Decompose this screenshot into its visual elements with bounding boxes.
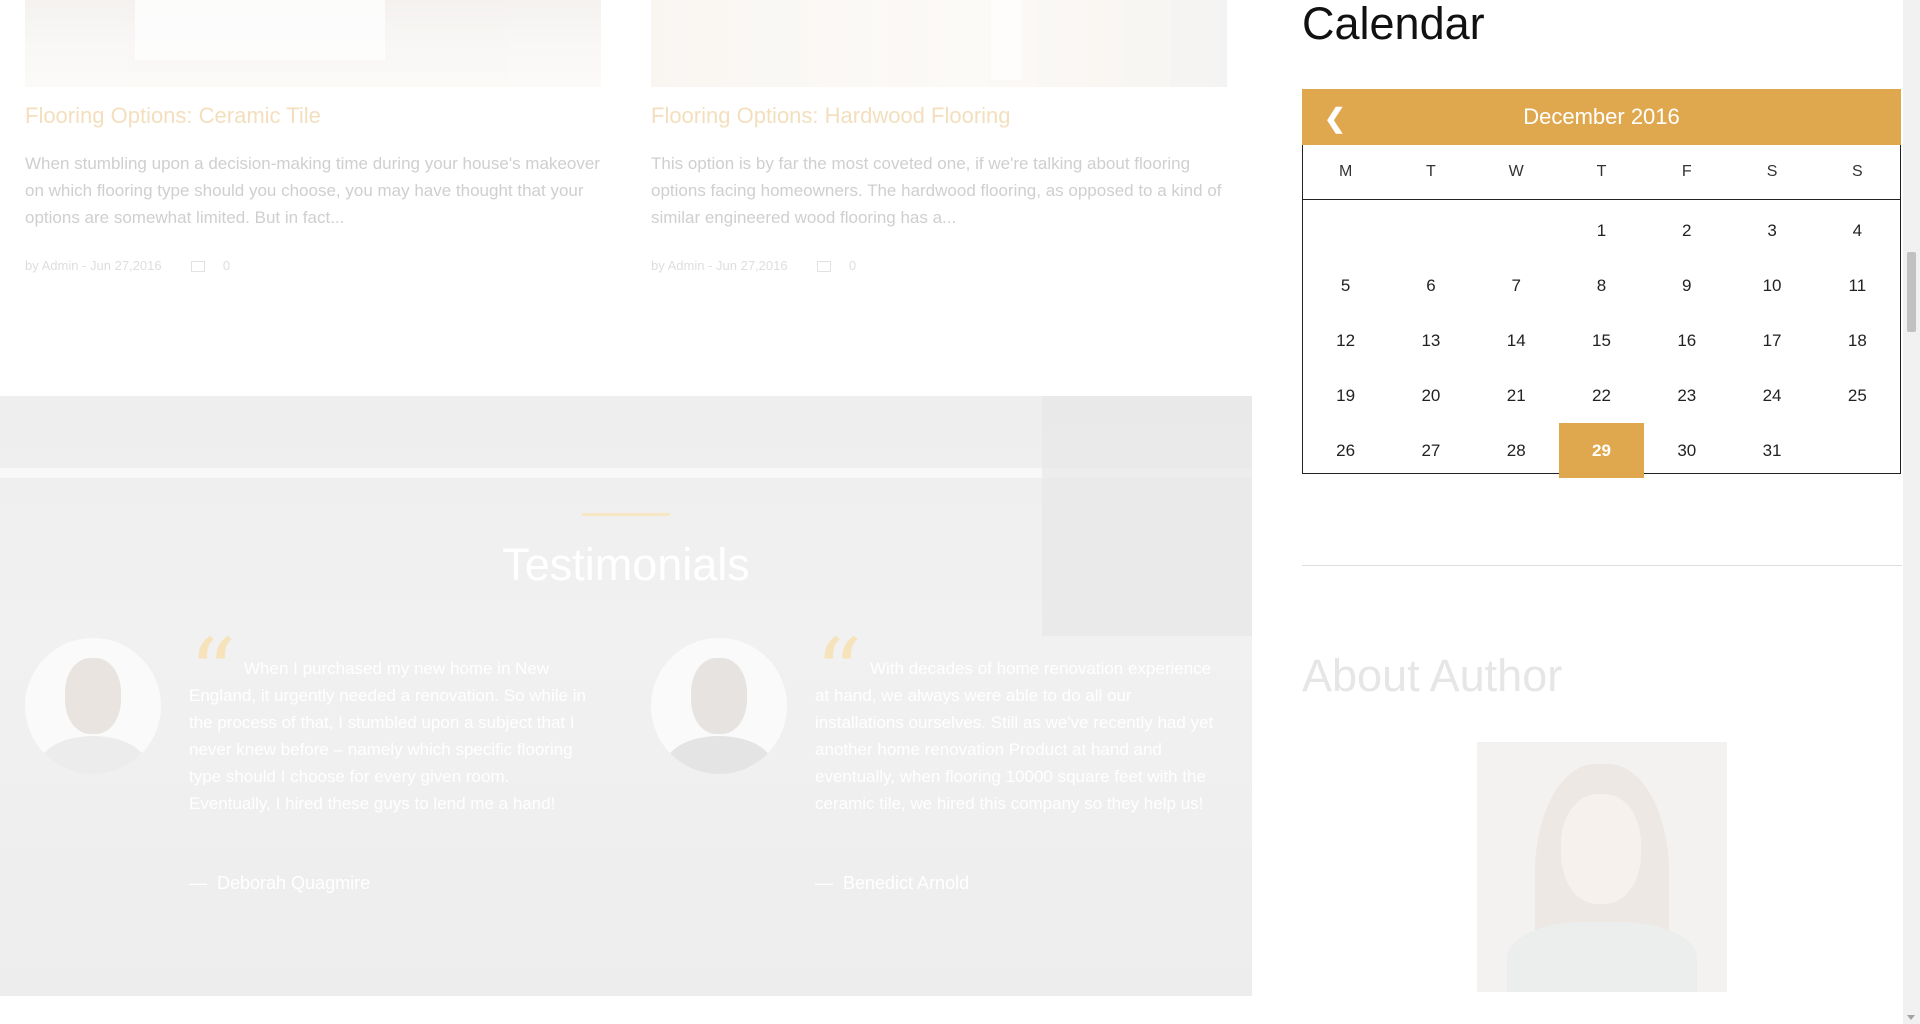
testimonials-section: Testimonials “ When I purchased my new h… <box>0 396 1252 996</box>
calendar-day[interactable]: 11 <box>1815 258 1900 313</box>
scroll-down-arrow-icon[interactable] <box>1907 1015 1915 1020</box>
post-excerpt: When stumbling upon a decision-making ti… <box>25 154 600 227</box>
calendar-day[interactable]: 18 <box>1815 313 1900 368</box>
calendar-day[interactable]: 8 <box>1559 258 1644 313</box>
calendar-day[interactable]: 20 <box>1388 368 1473 423</box>
calendar-day[interactable]: 15 <box>1559 313 1644 368</box>
avatar <box>651 638 787 774</box>
weekday-label: M <box>1338 163 1353 180</box>
testimonial-author: — Benedict Arnold <box>815 873 969 894</box>
calendar-day[interactable]: 28 <box>1474 423 1559 478</box>
divider <box>1302 565 1902 566</box>
calendar-day[interactable]: 10 <box>1729 258 1814 313</box>
calendar-day[interactable]: 12 <box>1303 313 1388 368</box>
dash-icon: — <box>815 873 833 893</box>
scrollbar[interactable] <box>1903 0 1920 1024</box>
calendar-widget: ❮ December 2016 MTWTFSS 1 2 3 4 5 6 7 8 9 10 11 12 1… <box>1302 89 1901 478</box>
calendar-day[interactable]: 3 <box>1729 203 1814 258</box>
calendar-day[interactable]: 21 <box>1474 368 1559 423</box>
comment-icon[interactable] <box>817 261 832 273</box>
testimonial-author: — Deborah Quagmire <box>189 873 370 894</box>
calendar-day[interactable]: 4 <box>1815 203 1900 258</box>
weekday-label: T <box>1426 163 1436 180</box>
calendar-day[interactable]: 16 <box>1644 313 1729 368</box>
calendar-month: December 2016 <box>1523 104 1680 129</box>
post-card: Flooring Options: Ceramic Tile When stum… <box>25 0 601 273</box>
calendar-day[interactable]: 31 <box>1729 423 1814 478</box>
weekday-label: F <box>1681 163 1692 180</box>
weekday-label: S <box>1766 163 1778 180</box>
post-image[interactable] <box>651 0 1227 87</box>
post-card: Flooring Options: Hardwood Flooring This… <box>651 0 1227 273</box>
calendar-day[interactable]: 14 <box>1474 313 1559 368</box>
testimonial-text: With decades of home renovation experien… <box>815 659 1214 813</box>
calendar-day[interactable]: 23 <box>1644 368 1729 423</box>
testimonials-heading: Testimonials <box>502 539 750 590</box>
comments-count[interactable]: 0 <box>849 258 856 273</box>
comment-icon[interactable] <box>191 261 206 273</box>
about-author-heading: About Author <box>1302 650 1563 701</box>
calendar-day[interactable]: 13 <box>1388 313 1473 368</box>
dash-icon: — <box>189 873 207 893</box>
calendar-day[interactable]: 30 <box>1644 423 1729 478</box>
calendar-day[interactable]: 5 <box>1303 258 1388 313</box>
post-meta: by Admin - Jun 27,2016 0 <box>25 258 230 273</box>
calendar-day[interactable]: 26 <box>1303 423 1388 478</box>
calendar-day[interactable]: 9 <box>1644 258 1729 313</box>
post-excerpt: This option is by far the most coveted o… <box>651 154 1222 227</box>
calendar-day[interactable]: 7 <box>1474 258 1559 313</box>
scrollbar-thumb[interactable] <box>1907 252 1916 332</box>
post-meta-text: by Admin - Jun 27,2016 <box>25 258 162 273</box>
comments-count[interactable]: 0 <box>223 258 230 273</box>
post-meta-text: by Admin - Jun 27,2016 <box>651 258 788 273</box>
post-image[interactable] <box>25 0 601 87</box>
author-photo <box>1477 742 1727 992</box>
calendar-day[interactable]: 27 <box>1388 423 1473 478</box>
calendar-days: 1 2 3 4 5 6 7 8 9 10 11 12 13 14 15 16 17 18 19 20 21 22 23 24 2… <box>1303 203 1900 478</box>
calendar-blank-cell <box>1388 203 1473 258</box>
calendar-blank-cell <box>1303 203 1388 258</box>
calendar-heading: Calendar <box>1302 0 1485 49</box>
avatar <box>25 638 161 774</box>
calendar-day[interactable]: 17 <box>1729 313 1814 368</box>
calendar-header: ❮ December 2016 <box>1302 89 1901 145</box>
heading-divider <box>582 513 670 516</box>
author-name: Deborah Quagmire <box>217 873 371 893</box>
post-title-link[interactable]: Flooring Options: Hardwood Flooring <box>651 103 1011 129</box>
post-meta: by Admin - Jun 27,2016 0 <box>651 258 856 273</box>
testimonial-text: When I purchased my new home in New Engl… <box>189 659 586 813</box>
calendar-day[interactable]: 2 <box>1644 203 1729 258</box>
weekday-label: W <box>1508 163 1524 180</box>
calendar-day[interactable]: 1 <box>1559 203 1644 258</box>
calendar-day[interactable]: 22 <box>1559 368 1644 423</box>
calendar-blank-cell <box>1474 203 1559 258</box>
calendar-day[interactable]: 25 <box>1815 368 1900 423</box>
calendar-day-today[interactable]: 29 <box>1558 423 1645 478</box>
weekday-label: T <box>1596 163 1607 180</box>
weekday-label: S <box>1851 163 1863 180</box>
calendar-weekdays: MTWTFSS <box>1303 145 1900 200</box>
calendar-day[interactable]: 19 <box>1303 368 1388 423</box>
calendar-day[interactable]: 6 <box>1388 258 1473 313</box>
calendar-day[interactable]: 24 <box>1729 368 1814 423</box>
background-decor <box>1042 396 1252 636</box>
post-title-link[interactable]: Flooring Options: Ceramic Tile <box>25 103 321 129</box>
author-name: Benedict Arnold <box>843 873 970 893</box>
